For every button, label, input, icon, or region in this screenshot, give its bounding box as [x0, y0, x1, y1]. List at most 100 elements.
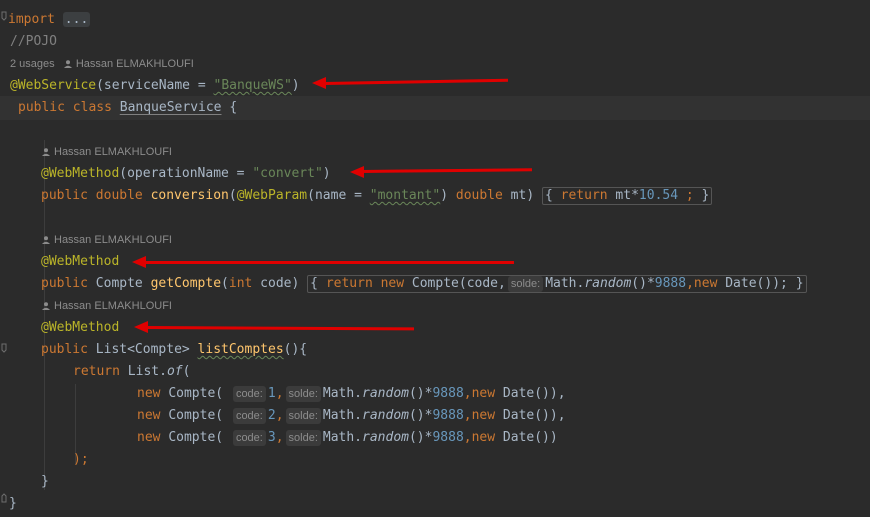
- author-label[interactable]: Hassan ELMAKHLOUFI: [54, 300, 172, 312]
- keyword: ;: [678, 188, 694, 203]
- code-text: List<Compte>: [95, 342, 198, 357]
- code-text: ): [291, 78, 300, 93]
- keyword: ,: [275, 408, 284, 423]
- code-text: {: [310, 276, 326, 291]
- keyword: public: [41, 276, 96, 291]
- code-line-listcomptes[interactable]: public List<Compte> listComptes(){: [41, 339, 870, 361]
- code-text: Date()): [502, 430, 558, 445]
- keyword: ,: [463, 430, 472, 445]
- user-icon: [42, 236, 50, 245]
- code-line-webmethod-convert[interactable]: @WebMethod(operationName = "convert"): [41, 163, 870, 185]
- keyword: ,: [463, 386, 472, 401]
- code-line-getcompte[interactable]: public Compte getCompte(int code) { retu…: [41, 273, 870, 295]
- code-text: );: [73, 452, 89, 467]
- parameter-hint: solde:: [507, 276, 544, 292]
- string-literal: "BanqueWS": [213, 78, 292, 93]
- code-line-return[interactable]: return List.of(: [73, 361, 870, 383]
- number: 1: [267, 386, 276, 401]
- annotation: @WebMethod: [41, 320, 120, 335]
- keyword: return: [73, 364, 128, 379]
- folded-body[interactable]: { return new Compte(code, solde: Math.rand…: [307, 275, 807, 293]
- code-text: Compte(code,: [411, 276, 506, 291]
- number: 3: [267, 430, 276, 445]
- import-fold[interactable]: ...: [62, 12, 91, 27]
- code-text: random: [584, 276, 632, 291]
- code-line-close-class[interactable]: }: [9, 493, 870, 515]
- code-editor[interactable]: import ... //POJO 2 usages Hassan ELMAKH…: [0, 0, 870, 517]
- code-text: Compte(: [168, 408, 231, 423]
- code-line-close-paren[interactable]: );: [73, 449, 870, 471]
- keyword: public: [41, 342, 96, 357]
- number: 9888: [432, 386, 464, 401]
- author-label[interactable]: Hassan ELMAKHLOUFI: [54, 234, 172, 246]
- code-text: ()*: [631, 276, 655, 291]
- code-text: Math.: [322, 408, 363, 423]
- code-line-compte-3[interactable]: new Compte( code: 3, solde: Math.random()*9…: [137, 427, 870, 449]
- code-text: }: [795, 276, 804, 291]
- method-name: conversion: [150, 188, 229, 203]
- usages-count[interactable]: 2 usages: [10, 58, 55, 70]
- folded-body[interactable]: { return mt*10.54 ; }: [541, 187, 713, 205]
- code-text: List.: [127, 364, 167, 379]
- code-text: Date()),: [502, 408, 566, 423]
- codevision-author[interactable]: Hassan ELMAKHLOUFI: [42, 142, 172, 162]
- code-text: mt): [502, 188, 542, 203]
- annotation: @WebService: [10, 78, 97, 93]
- number: 9888: [432, 430, 464, 445]
- keyword: return new: [325, 276, 412, 291]
- code-line-compte-1[interactable]: new Compte( code: 1, solde: Math.random()*9…: [137, 383, 870, 405]
- code-text: ()*: [408, 386, 433, 401]
- code-text: code): [252, 276, 308, 291]
- code-text: Math.: [322, 430, 363, 445]
- number: 9888: [654, 276, 687, 291]
- keyword: new: [471, 430, 503, 445]
- fold-icon[interactable]: [0, 0, 8, 517]
- method-name: getCompte: [150, 276, 222, 291]
- author-label[interactable]: Hassan ELMAKHLOUFI: [76, 58, 194, 70]
- number: 10.54: [638, 188, 679, 203]
- user-icon: [42, 148, 50, 157]
- code-line-import[interactable]: import ...: [8, 9, 870, 31]
- keyword: double: [455, 188, 503, 203]
- code-text: of: [166, 364, 183, 379]
- code-text: Compte(: [168, 430, 231, 445]
- codevision-author[interactable]: Hassan ELMAKHLOUFI: [42, 230, 172, 250]
- code-text: Math.: [545, 276, 585, 291]
- codevision-usages[interactable]: 2 usages Hassan ELMAKHLOUFI: [10, 54, 194, 74]
- keyword: new: [693, 276, 726, 291]
- code-line-webservice[interactable]: @WebService(serviceName = "BanqueWS"): [10, 75, 870, 97]
- code-line-conversion[interactable]: public double conversion(@WebParam(name …: [41, 185, 870, 207]
- code-line-class[interactable]: public class BanqueService {: [18, 97, 870, 119]
- parameter-hint: code:: [232, 386, 266, 402]
- parameter-hint: solde:: [285, 386, 321, 402]
- code-text: Date()),: [502, 386, 566, 401]
- number: 2: [267, 408, 276, 423]
- code-text: ()*: [408, 430, 433, 445]
- method-name: listComptes: [197, 342, 284, 357]
- code-text: Date());: [725, 276, 796, 291]
- keyword: new: [471, 386, 503, 401]
- comment-pojo: //POJO: [10, 34, 57, 49]
- user-icon: [42, 302, 50, 311]
- code-text: Math.: [322, 386, 363, 401]
- annotation: @WebMethod: [41, 254, 120, 269]
- keyword: ,: [275, 430, 284, 445]
- keyword: public double: [41, 188, 151, 203]
- codevision-author[interactable]: Hassan ELMAKHLOUFI: [42, 296, 172, 316]
- keyword: new: [137, 386, 169, 401]
- code-text: random: [362, 408, 409, 423]
- code-text: {: [544, 188, 561, 203]
- code-text: (serviceName =: [96, 78, 214, 93]
- parameter-hint: solde:: [285, 430, 321, 446]
- keyword: int: [228, 276, 253, 291]
- keyword: return: [560, 188, 608, 203]
- code-line-close-method[interactable]: }: [41, 471, 870, 493]
- code-text: (: [228, 188, 237, 203]
- code-text: (: [182, 364, 191, 379]
- keyword: ,: [686, 276, 694, 291]
- author-label[interactable]: Hassan ELMAKHLOUFI: [54, 146, 172, 158]
- code-text: ): [440, 188, 456, 203]
- code-line-compte-2[interactable]: new Compte( code: 2, solde: Math.random()*9…: [137, 405, 870, 427]
- keyword: ,: [275, 386, 284, 401]
- code-text: Compte: [95, 276, 151, 291]
